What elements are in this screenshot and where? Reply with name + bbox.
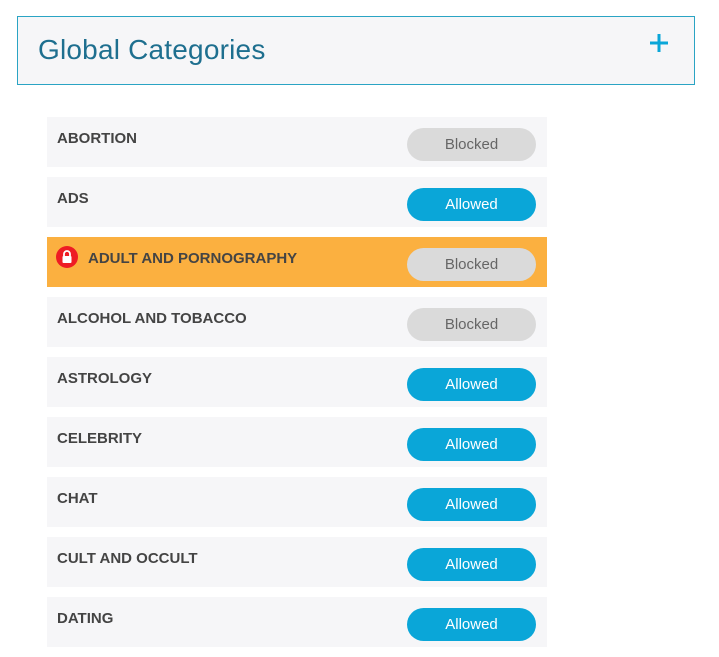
category-name: CELEBRITY bbox=[57, 430, 143, 447]
category-row-celebrity: CELEBRITY Allowed bbox=[47, 417, 547, 467]
category-row-ads: ADS Allowed bbox=[47, 177, 547, 227]
category-row-astrology: ASTROLOGY Allowed bbox=[47, 357, 547, 407]
category-row-alcohol-and-tobacco: ALCOHOL AND TOBACCO Blocked bbox=[47, 297, 547, 347]
category-name: ADS bbox=[57, 190, 89, 207]
category-row-adult-and-pornography: ADULT AND PORNOGRAPHY Blocked bbox=[47, 237, 547, 287]
lock-icon bbox=[56, 246, 78, 268]
status-toggle[interactable]: Allowed bbox=[407, 608, 536, 641]
status-toggle[interactable]: Allowed bbox=[407, 188, 536, 221]
category-row-dating: DATING Allowed bbox=[47, 597, 547, 647]
page-title: Global Categories bbox=[38, 34, 266, 65]
status-toggle[interactable]: Allowed bbox=[407, 488, 536, 521]
category-row-chat: CHAT Allowed bbox=[47, 477, 547, 527]
category-name: ABORTION bbox=[57, 130, 137, 147]
category-name: ASTROLOGY bbox=[57, 370, 153, 387]
category-name: DATING bbox=[57, 610, 114, 627]
status-toggle[interactable]: Allowed bbox=[407, 368, 536, 401]
status-toggle[interactable]: Allowed bbox=[407, 548, 536, 581]
status-toggle[interactable]: Blocked bbox=[407, 308, 536, 341]
category-name: CULT AND OCCULT bbox=[57, 550, 198, 567]
status-toggle[interactable]: Blocked bbox=[407, 248, 536, 281]
status-toggle[interactable]: Blocked bbox=[407, 128, 536, 161]
category-name: CHAT bbox=[57, 490, 98, 507]
category-row-cult-and-occult: CULT AND OCCULT Allowed bbox=[47, 537, 547, 587]
category-row-abortion: ABORTION Blocked bbox=[47, 117, 547, 167]
global-categories-header[interactable]: Global Categories bbox=[17, 16, 695, 85]
category-name: ADULT AND PORNOGRAPHY bbox=[88, 250, 298, 267]
plus-icon bbox=[650, 34, 668, 52]
category-name: ALCOHOL AND TOBACCO bbox=[57, 310, 247, 327]
status-toggle[interactable]: Allowed bbox=[407, 428, 536, 461]
category-list: ABORTION Blocked ADS Allowed ADULT AND P… bbox=[47, 117, 547, 657]
add-category-button[interactable] bbox=[648, 32, 670, 54]
